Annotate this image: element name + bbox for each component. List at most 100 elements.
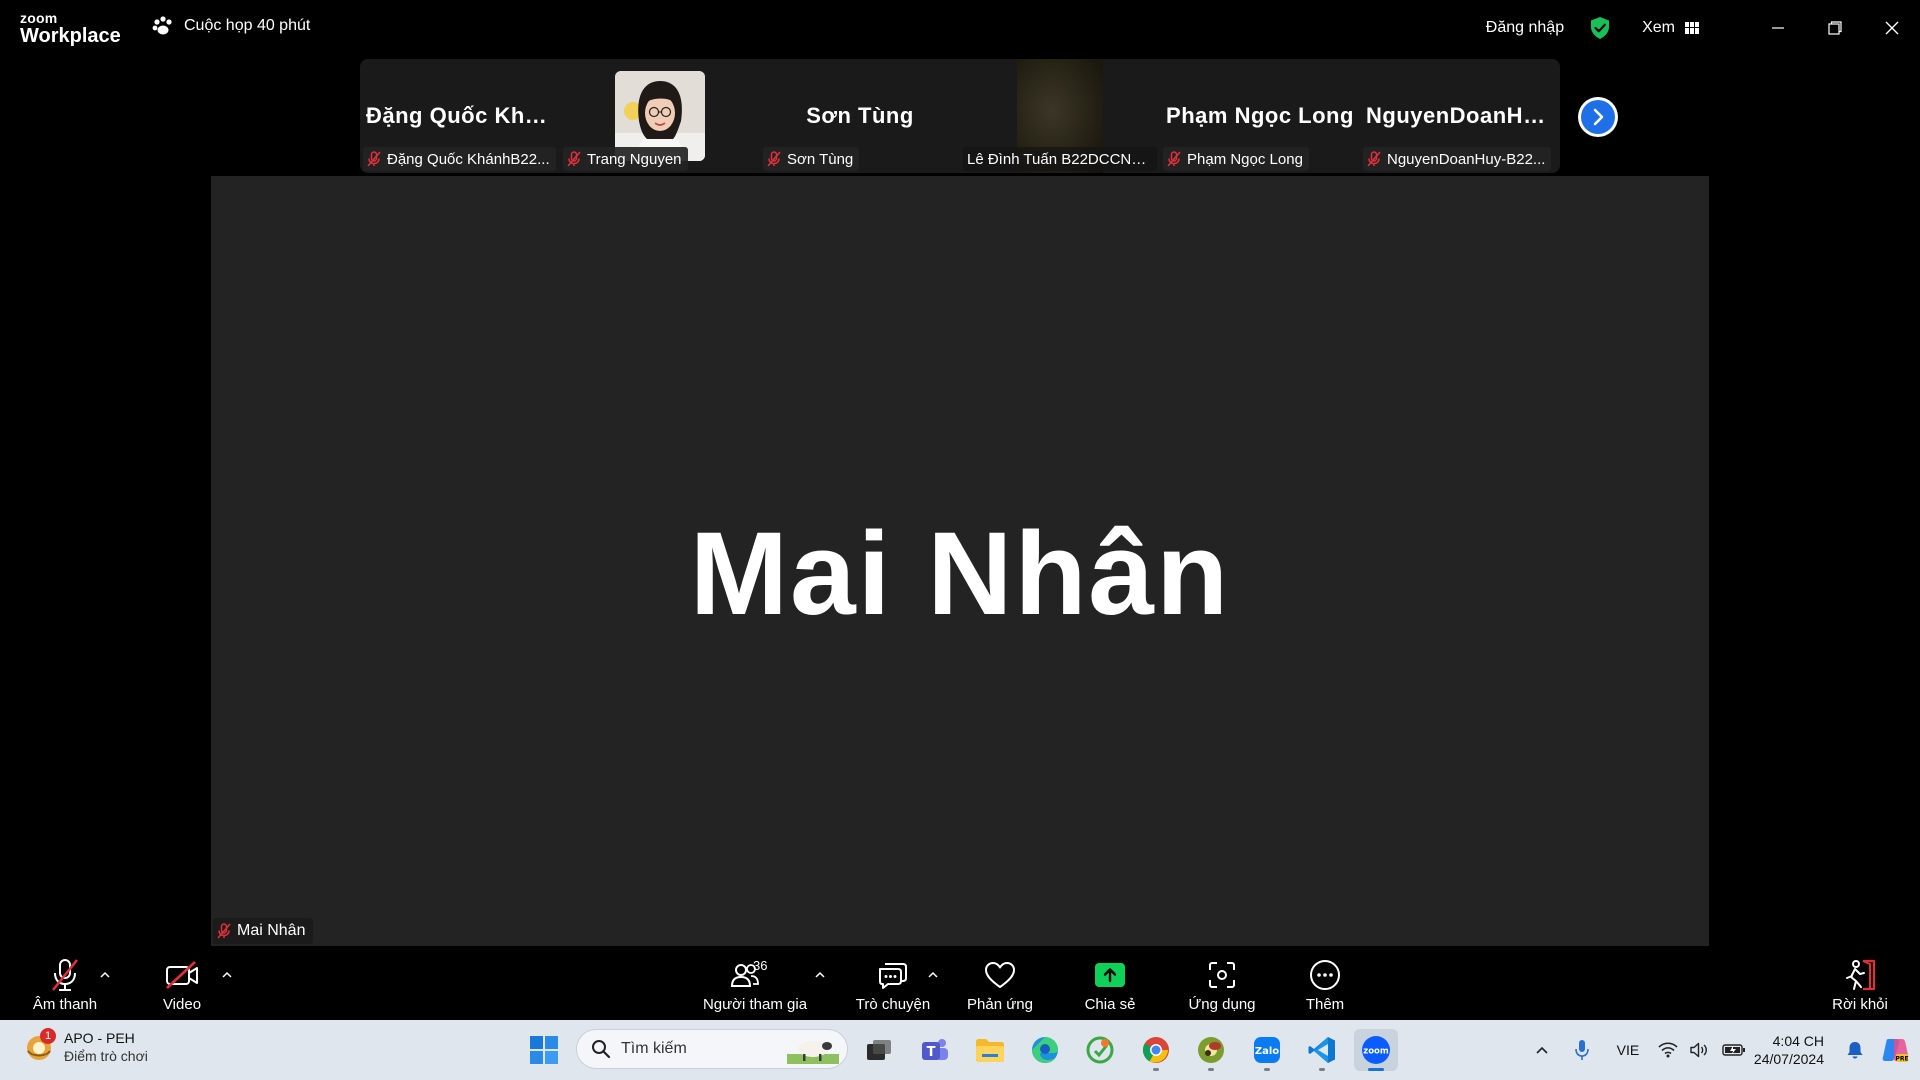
participant-display-name: Phạm Ngọc Long [1166, 103, 1354, 128]
signin-link[interactable]: Đăng nhập [1486, 19, 1564, 37]
restore-button[interactable] [1806, 0, 1863, 56]
chat-icon [879, 963, 907, 989]
mic-muted-icon [1167, 151, 1181, 167]
microphone-tray-button[interactable] [1560, 1039, 1604, 1061]
vscode-icon [1308, 1037, 1335, 1063]
chrome-profile-icon [1198, 1037, 1224, 1063]
share-screen-button[interactable]: Chia sẻ [1075, 946, 1145, 1020]
leave-label: Rời khỏi [1832, 996, 1888, 1013]
more-label: Thêm [1305, 996, 1345, 1013]
task-view-button[interactable] [857, 1029, 901, 1071]
edge-app[interactable] [1023, 1029, 1067, 1071]
chat-options-caret[interactable] [925, 966, 941, 982]
active-speaker-name: Mai Nhân [689, 508, 1231, 640]
participants-label: Người tham gia [702, 996, 808, 1013]
sheep-highlight-icon [787, 1041, 839, 1064]
battery-button[interactable] [1714, 1043, 1754, 1057]
participant-label: Đặng Quốc KhánhB22... [363, 147, 556, 171]
title-bar: zoom Workplace Cuộc họp 40 phút Đăng nhậ… [0, 0, 1920, 56]
zoom-app[interactable]: zoom [1354, 1029, 1398, 1071]
paw-icon [152, 16, 172, 35]
search-icon [592, 1040, 611, 1059]
reactions-button[interactable]: Phản ứng [960, 946, 1040, 1020]
teams-app[interactable]: T [913, 1029, 957, 1071]
audio-options-caret[interactable] [97, 966, 113, 982]
chevron-up-icon [815, 971, 825, 978]
start-button[interactable] [522, 1029, 566, 1071]
chat-button[interactable]: Trò chuyện [848, 946, 938, 1020]
audio-button[interactable]: Âm thanh [28, 946, 102, 1020]
chrome-profile-app[interactable] [1189, 1029, 1233, 1071]
search-placeholder: Tìm kiếm [621, 1040, 687, 1057]
clock-time: 4:04 CH [1772, 1032, 1824, 1049]
participant-tile[interactable]: Sơn Tùng Sơn Tùng [760, 59, 960, 173]
widget-subtitle: Điểm trò chơi [64, 1047, 148, 1064]
participant-label-text: Trang Nguyen [587, 150, 682, 168]
logo-zoom-text: zoom [20, 10, 58, 26]
active-speaker-video: Mai Nhân Mai Nhân [211, 176, 1709, 946]
participant-label-text: Lê Đình Tuấn B22DCCN7... [967, 150, 1151, 168]
apps-icon [1209, 962, 1235, 988]
copilot-button[interactable]: PRE [1870, 1035, 1920, 1065]
microphone-icon [1575, 1040, 1589, 1060]
logo-workplace-text: Workplace [20, 25, 121, 47]
participant-label-text: Đặng Quốc KhánhB22... [387, 150, 550, 168]
chevron-right-icon [1593, 108, 1604, 126]
shield-check-icon[interactable] [1588, 16, 1612, 40]
chevron-up-icon [100, 971, 110, 978]
participant-label: Lê Đình Tuấn B22DCCN7... [963, 147, 1157, 171]
close-window-button[interactable] [1863, 0, 1920, 56]
wifi-button[interactable] [1652, 1042, 1684, 1058]
svg-text:zoom: zoom [1363, 1047, 1389, 1057]
notifications-button[interactable] [1840, 1040, 1870, 1060]
minimize-button[interactable] [1749, 0, 1806, 56]
mic-muted-icon [767, 151, 781, 167]
show-hidden-icons-button[interactable] [1524, 1045, 1560, 1055]
apps-label: Ứng dụng [1188, 996, 1256, 1013]
zalo-app[interactable]: Zalo [1245, 1029, 1289, 1071]
participant-tile[interactable]: Đặng Quốc Khá... Đặng Quốc KhánhB22... [360, 59, 560, 173]
participant-tile[interactable]: Trang Nguyen [560, 59, 760, 173]
meeting-timer[interactable]: Cuộc họp 40 phút [152, 16, 310, 36]
windows-logo-icon [530, 1036, 558, 1064]
more-button[interactable]: Thêm [1290, 946, 1360, 1020]
chrome-icon [1142, 1037, 1169, 1063]
volume-button[interactable] [1684, 1042, 1714, 1058]
clock-button[interactable]: 4:04 CH 24/07/2024 [1754, 1032, 1824, 1068]
next-page-button[interactable] [1578, 97, 1618, 137]
chrome-app[interactable] [1134, 1029, 1178, 1071]
edge-icon [1032, 1037, 1058, 1063]
participant-tile[interactable]: NguyenDoanHu... NguyenDoanHuy-B22... [1360, 59, 1560, 173]
taskbar-search[interactable]: Tìm kiếm [576, 1029, 848, 1069]
audio-label: Âm thanh [32, 996, 98, 1013]
participants-button[interactable]: 36 Người tham gia [700, 946, 810, 1020]
meeting-timer-label: Cuộc họp 40 phút [184, 17, 311, 34]
video-options-caret[interactable] [219, 966, 235, 982]
view-button[interactable]: Xem [1642, 19, 1699, 37]
participants-options-caret[interactable] [812, 966, 828, 982]
video-button[interactable]: Video [152, 946, 212, 1020]
participant-tile[interactable]: Lê Đình Tuấn B22DCCN7... [960, 59, 1160, 173]
game-app[interactable] [1078, 1029, 1122, 1071]
vscode-app[interactable] [1300, 1029, 1344, 1071]
view-label: Xem [1642, 19, 1675, 36]
apps-button[interactable]: Ứng dụng [1182, 946, 1262, 1020]
file-explorer-app[interactable] [968, 1029, 1012, 1071]
meeting-toolbar: Âm thanh Video 36 Người tham gia Trò chu… [0, 946, 1920, 1020]
share-icon [1095, 963, 1125, 987]
participants-count: 36 [753, 958, 768, 973]
participant-display-name: NguyenDoanHu... [1366, 103, 1554, 128]
mic-muted-icon [1367, 151, 1381, 167]
participant-label-text: Phạm Ngọc Long [1187, 150, 1303, 168]
participant-tile[interactable]: Phạm Ngọc Long Phạm Ngọc Long [1160, 59, 1360, 173]
svg-text:PRE: PRE [1895, 1056, 1908, 1063]
participant-label-text: NguyenDoanHuy-B22... [1387, 150, 1546, 168]
more-icon [1310, 960, 1340, 990]
participant-label: Trang Nguyen [563, 147, 688, 171]
chat-label: Trò chuyện [855, 996, 931, 1013]
teams-icon: T [922, 1039, 948, 1060]
leave-meeting-button[interactable]: Rời khỏi [1820, 946, 1900, 1020]
active-speaker-label: Mai Nhân [213, 918, 314, 944]
svg-text:T: T [927, 1045, 936, 1060]
language-indicator[interactable]: VIE [1604, 1042, 1652, 1058]
